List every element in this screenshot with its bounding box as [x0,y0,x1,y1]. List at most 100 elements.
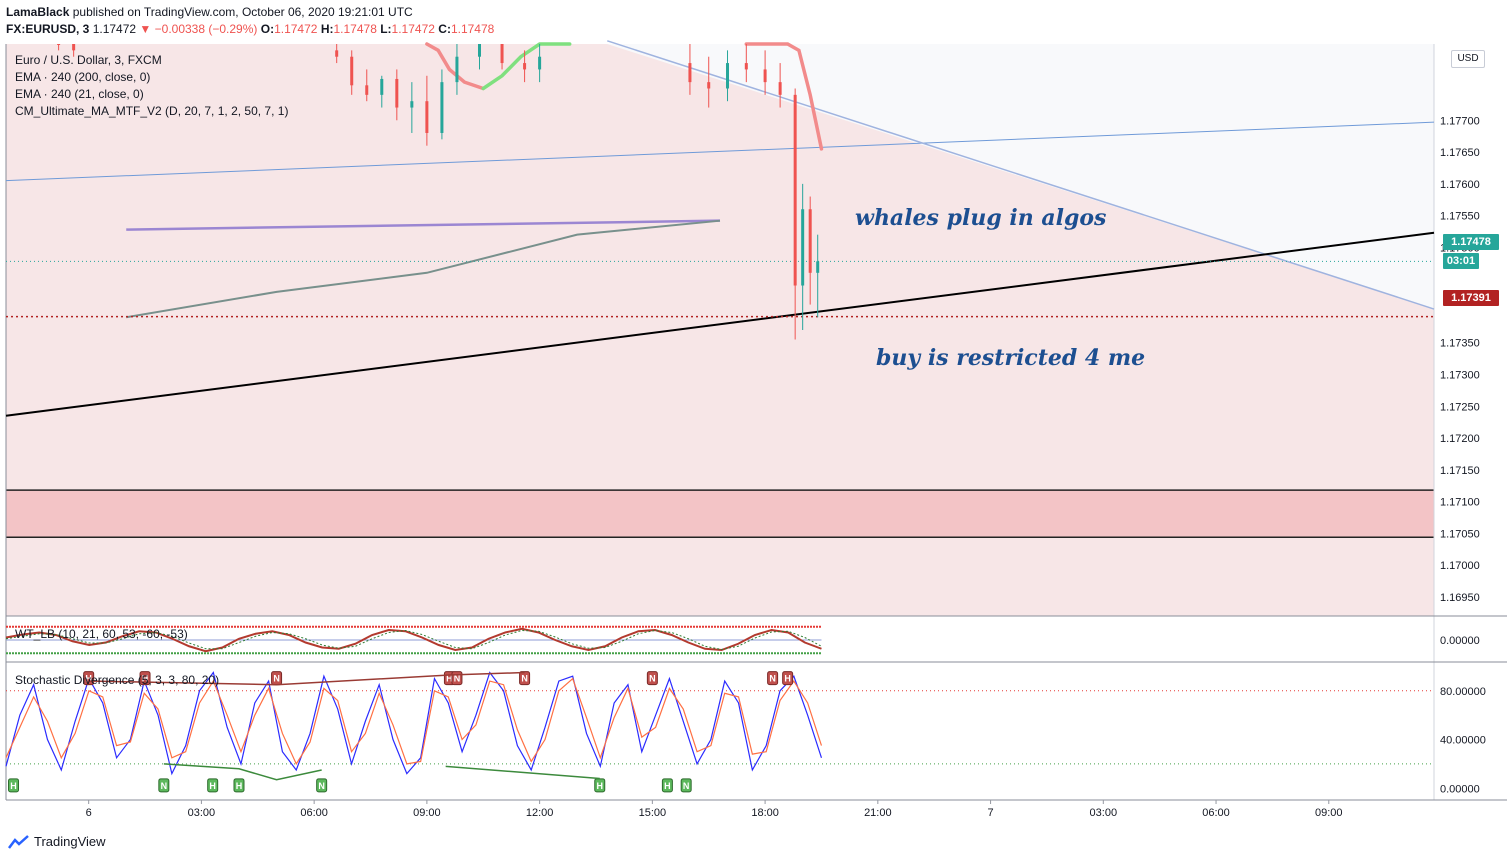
tradingview-logo-icon [8,834,29,849]
candle-body [793,94,797,286]
candle-body [72,44,76,51]
stoch-series-line [5,671,823,776]
annotation-whales[interactable]: whales plug in algos [855,205,1106,231]
stoch-series-line [5,677,823,766]
marker-label: H [236,781,243,791]
marker-label: N [769,674,776,684]
annotation-buy-restricted[interactable]: buy is restricted 4 me [876,345,1145,371]
candle-body [425,101,429,133]
candle-body [380,78,384,95]
chart-canvas[interactable]: 1.177001.176501.176001.175501.175001.172… [0,0,1507,862]
candle-body [726,63,730,89]
time-tick-label: 21:00 [864,807,892,819]
price-tick-label: 1.17350 [1440,338,1480,350]
candle-body [816,261,820,273]
time-tick-label: 12:00 [526,807,554,819]
divergence-marker-bearish: N [767,671,779,686]
candle-body [778,82,782,95]
candle-body [455,56,459,83]
divergence-marker-bullish: H [8,778,20,793]
legend-ema200[interactable]: EMA · 240 (200, close, 0) [15,70,150,84]
legend-symbol[interactable]: Euro / U.S. Dollar, 3, FXCM [15,53,162,67]
price-tick-label: 1.16950 [1440,592,1480,604]
price-tick-label: 1.17200 [1440,433,1480,445]
branding-text: TradingView [34,834,106,849]
marker-label: H [784,674,791,684]
divergence-marker-bullish: N [158,778,170,793]
wt-tick-label: 0.00000 [1440,635,1480,647]
time-tick-label: 03:00 [1090,807,1118,819]
candle-body [477,44,481,57]
divergence-marker-bullish: H [233,778,245,793]
time-tick-label: 18:00 [751,807,779,819]
legend-stoch[interactable]: Stochastic Divergence (5, 3, 3, 80, 20) [15,673,219,687]
candle-body [808,209,812,273]
divergence-marker-bullish: N [316,778,328,793]
candle-body [744,63,748,70]
legend-ema21[interactable]: EMA · 240 (21, close, 0) [15,87,144,101]
divergence-marker-bullish: H [594,778,606,793]
legend-wt-lb[interactable]: WT_LB (10, 21, 60, 53, -60, -53) [15,627,188,641]
red-line-price-tag: 1.17391 [1443,290,1499,306]
price-tick-label: 1.17050 [1440,528,1480,540]
price-tick-label: 1.17650 [1440,147,1480,159]
divergence-marker-bullish: N [680,778,692,793]
candle-body [500,44,504,64]
price-tick-label: 1.17000 [1440,560,1480,572]
divergence-marker-bullish: H [207,778,219,793]
time-tick-label: 7 [988,807,994,819]
countdown-tag: 03:01 [1443,253,1479,269]
bullish-divergence-line-2 [445,765,600,780]
time-tick-label: 06:00 [1202,807,1230,819]
candle-body [410,101,414,108]
legend-cm-ma[interactable]: CM_Ultimate_MA_MTF_V2 (D, 20, 7, 1, 2, 5… [15,104,288,118]
price-tick-label: 1.17700 [1440,115,1480,127]
divergence-marker-bearish: H [782,671,794,686]
stoch-tick-label: 80.00000 [1440,686,1486,698]
divergence-marker-bullish: H [661,778,673,793]
price-tick-label: 1.17300 [1440,369,1480,381]
candle-body [688,63,692,83]
marker-label: N [649,674,656,684]
current-price-tag: 1.17478 [1443,234,1499,250]
price-tick-label: 1.17100 [1440,497,1480,509]
price-tick-label: 1.17150 [1440,465,1480,477]
candle-body [523,63,527,70]
marker-label: N [161,781,168,791]
divergence-marker-bearish: N [451,671,463,686]
divergence-marker-bearish: N [519,671,531,686]
divergence-marker-bearish: N [646,671,658,686]
candle-body [538,56,542,70]
marker-label: H [209,781,216,791]
demand-zone [6,490,1434,538]
marker-label: N [273,674,280,684]
currency-button[interactable]: USD [1451,50,1485,68]
time-tick-label: 06:00 [300,807,328,819]
stoch-tick-label: 40.00000 [1440,735,1486,747]
candle-body [335,50,339,57]
marker-label: H [596,781,603,791]
marker-label: H [664,781,671,791]
candle-body [440,82,444,133]
tradingview-logo[interactable]: TradingView [8,834,106,849]
price-tick-label: 1.17600 [1440,179,1480,191]
candle-body [365,85,369,95]
time-tick-label: 6 [86,807,92,819]
price-tick-label: 1.17550 [1440,211,1480,223]
time-tick-label: 09:00 [1315,807,1343,819]
time-tick-label: 15:00 [639,807,667,819]
marker-label: N [521,674,528,684]
candle-body [57,44,61,45]
marker-label: N [683,781,690,791]
candle-body [350,56,354,86]
time-tick-label: 09:00 [413,807,441,819]
time-tick-label: 03:00 [188,807,216,819]
marker-label: H [10,781,17,791]
divergence-marker-bearish: N [271,671,283,686]
candle-body [707,82,711,89]
candle-body [763,69,767,83]
marker-label: N [318,781,325,791]
price-tick-label: 1.17250 [1440,401,1480,413]
stoch-tick-label: 0.00000 [1440,783,1480,795]
candle-body [395,78,399,108]
